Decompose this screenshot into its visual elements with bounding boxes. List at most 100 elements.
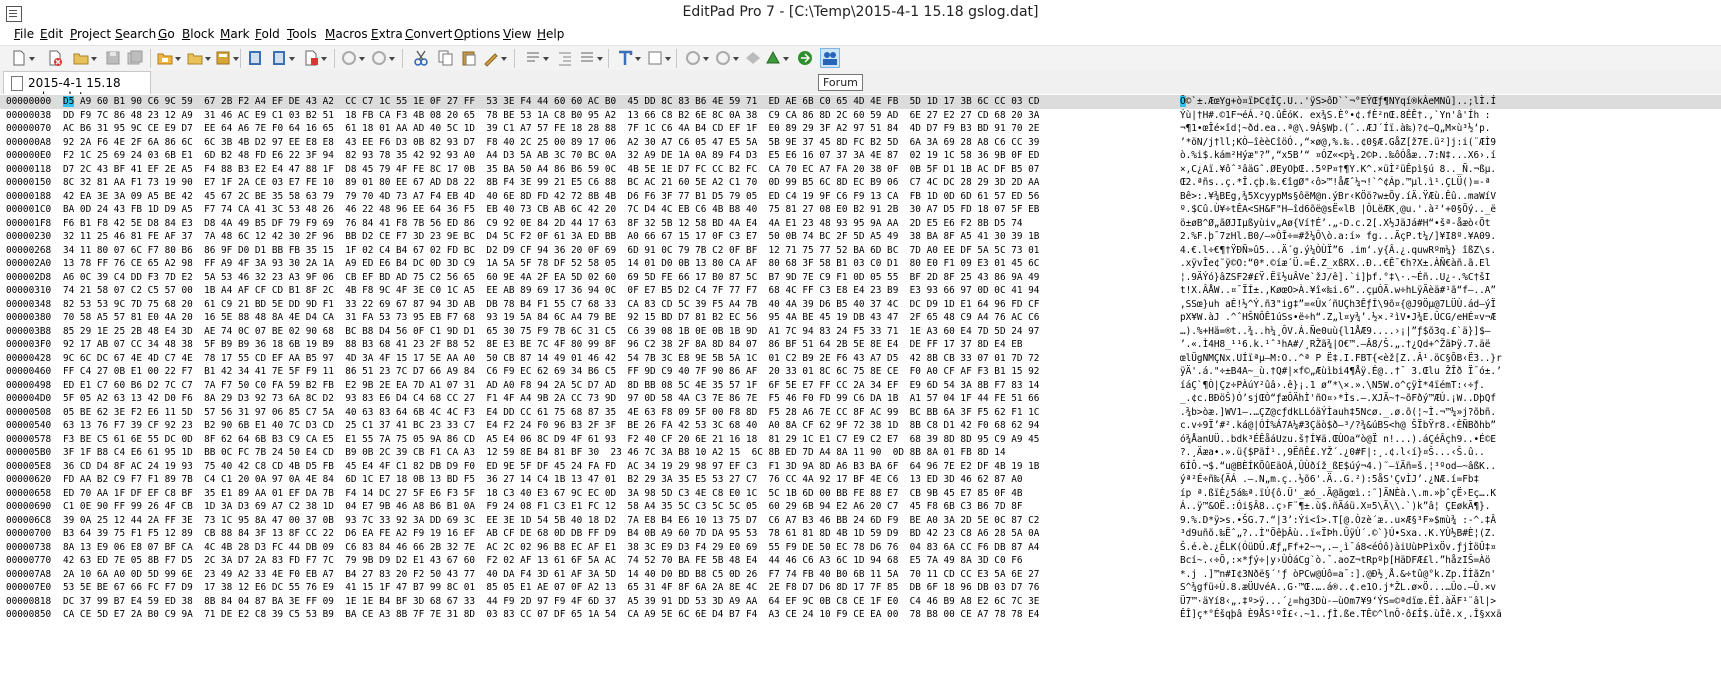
row-hex-bytes[interactable]: F6 B1 F8 42 5E D8 84 E3 D8 4A 49 B5 DF 7… bbox=[63, 217, 1023, 231]
row-text[interactable]: S^¾gfü÷Ù.8.æÜUvéA..G·™Œ.….á®..¢.e1O.j*ŽL… bbox=[1180, 581, 1496, 595]
row-text[interactable]: 9.%.D*ÿ>s.•ŠG.7.“|3’:Ýi<î>.T[@.Òzè´æ..u×… bbox=[1180, 514, 1496, 528]
hex-row[interactable]: 00000658 ED 70 AA 1F DF EF C8 BF 35 E1 89… bbox=[0, 487, 1721, 501]
row-hex-bytes[interactable]: 42 63 ED 7E 05 8B F7 D5 2C 3A D7 2A 83 F… bbox=[63, 554, 1023, 568]
hex-row[interactable]: 000006C8 39 0A 25 12 44 2A FF 3E 73 1C 95… bbox=[0, 514, 1721, 528]
hex-row[interactable]: 000007A8 2A 10 6A A0 0D 5D 99 6E 23 49 A2… bbox=[0, 568, 1721, 582]
menu-block[interactable]: Block bbox=[182, 27, 214, 41]
row-text[interactable]: _.¢c.BÐöŠ)Ó’sjŒÒ“ƒæÔÄhÌ'ñO¤›*Ìs.—.XJÃ~†~… bbox=[1180, 392, 1496, 406]
row-text[interactable]: Ü7™·äYí8‹„.‡º>ÿ...´¿=hg3Dù-—ùOm7¥9‘ÝS=©ª… bbox=[1180, 595, 1496, 609]
row-text[interactable]: ’.«.Ì4H8_¹¹6.k.¹ˆ³hA#/¸RŽã¾|O€™.–Â8/Š.„.… bbox=[1180, 338, 1490, 352]
menu-search[interactable]: Search bbox=[115, 27, 156, 41]
row-text[interactable]: íp ª.ßïÈ¿5á‰ª.ïÚ{ô.Ü'_æó_.Ã@ãgœì.:˜]ÃNÈà… bbox=[1180, 487, 1496, 501]
open-file-icon[interactable] bbox=[72, 49, 97, 67]
hex-row[interactable]: 00000540 63 13 76 F7 39 CF 92 23 B2 90 6B… bbox=[0, 419, 1721, 433]
print-preview-icon[interactable] bbox=[246, 49, 264, 67]
menu-file[interactable]: File bbox=[14, 27, 34, 41]
row-text[interactable]: º.$Cû.Ù¥÷tÊA<SH&F"H–îd6õë@sË«lB |ÔLëÆK¸@… bbox=[1180, 203, 1496, 217]
menu-project[interactable]: Project bbox=[70, 27, 111, 41]
row-hex-bytes[interactable]: 92 17 AB 07 CC 34 48 38 5F B9 B9 36 18 6… bbox=[63, 338, 1023, 352]
block-icon[interactable] bbox=[524, 49, 549, 67]
save-icon[interactable] bbox=[104, 49, 122, 67]
row-text[interactable]: ÊÎ]ç*°Éšqþâ È9ÅS¹ºÎ£‹.~1..ƒÌ.ße.TÊ©^lnÔ·… bbox=[1180, 608, 1502, 622]
row-text[interactable]: *.j .]™n#I¢3Nðë§´'ƒ òPCw@Úô=a¯:].@Ð½¸Å.&… bbox=[1180, 568, 1496, 582]
hex-row[interactable]: 00000268 34 11 80 07 6C F7 80 B6 86 9F D0… bbox=[0, 244, 1721, 258]
hex-row[interactable]: 00000578 F3 BE C5 61 6E 55 DC 0D 8F 62 64… bbox=[0, 433, 1721, 447]
hex-row[interactable]: 000001C0 BA 0D 24 43 FB 1D D9 A5 F7 74 CA… bbox=[0, 203, 1721, 217]
hex-row[interactable]: 00000380 70 58 A5 57 81 E0 4A 20 16 5E 88… bbox=[0, 311, 1721, 325]
clip-collection-icon[interactable] bbox=[764, 49, 789, 67]
row-text[interactable]: ¦.9ÄÝó}âZSF2#£Ÿ.Ëï½­uÂVe`žJ/ê].`i]þf.°‡\… bbox=[1180, 271, 1490, 285]
hex-row[interactable]: 00000738 8A 13 E9 06 E8 07 BF CA 4C 4B 28… bbox=[0, 541, 1721, 555]
hex-row[interactable]: 00000150 8C 32 81 AA F1 73 19 90 E7 1F 2A… bbox=[0, 176, 1721, 190]
row-hex-bytes[interactable]: A6 0C 39 C4 DD F3 7D E2 5A 53 46 32 23 A… bbox=[63, 271, 1039, 285]
row-text[interactable]: 6ÍÔ.¬$.“u@BÈÍKÕûEäOÁ‚ÛÙðíž_ßE$úý¬4.)˜—ïÃ… bbox=[1180, 460, 1496, 474]
hex-row[interactable]: 000002D8 A6 0C 39 C4 DD F3 7D E2 5A 53 46… bbox=[0, 271, 1721, 285]
row-hex-bytes[interactable]: 9C 6C DC 67 4E 4D C7 4E 78 17 55 CD EF A… bbox=[63, 352, 1039, 366]
row-hex-bytes[interactable]: 42 EA 3E 3A 09 A5 BE 42 45 67 2C BE 35 5… bbox=[63, 190, 1039, 204]
hex-row[interactable]: 000003F0 92 17 AB 07 CC 34 48 38 5F B9 B9… bbox=[0, 338, 1721, 352]
hex-row[interactable]: 00000460 FF C4 27 0B E1 00 22 F7 B1 42 34… bbox=[0, 365, 1721, 379]
menu-view[interactable]: View bbox=[503, 27, 531, 41]
row-text[interactable]: 4.€.l÷€¶†ŸÐÑ»û5...Ä´g.ý¼ÒÙÏ”6 .im‘.y{Â.¿… bbox=[1180, 244, 1496, 258]
hex-row[interactable]: 00000038 DD F9 7C 86 48 23 12 A9 31 46 AC… bbox=[0, 109, 1721, 123]
row-text[interactable]: Š.é.è.¿ÊLK(ÓüDÛ.Æƒ„Ff+2~¬,.–¸ì¯á8<éÓô)ài… bbox=[1180, 541, 1496, 555]
row-text[interactable]: Õ©`±.ÆœYg+ò¤ïÞC¢ÌÇ.U..'ÿS>ôD``¬°EÝŒƒ¶NYq… bbox=[1180, 95, 1496, 109]
row-hex-bytes[interactable]: F3 BE C5 61 6E 55 DC 0D 8F 62 64 6B B3 C… bbox=[63, 433, 1039, 447]
hex-row[interactable]: 00000620 FD AA B2 C9 F7 F1 89 7B C4 C1 20… bbox=[0, 473, 1721, 487]
indent-icon[interactable] bbox=[556, 49, 574, 67]
menu-edit[interactable]: Edit bbox=[40, 27, 63, 41]
row-text[interactable]: t!X.ÂÅW..¤¯ÏÍ±.,KøœO>À.¥î«‰i.6”..çµÒÄ.w÷… bbox=[1180, 284, 1496, 298]
row-text[interactable]: Á..ÿ™&OË.:Ói§Â8..ç›F¨¶±.ù$.ñÃáü.X¤5\Ã\\.… bbox=[1180, 500, 1490, 514]
row-hex-bytes[interactable]: 2A 10 6A A0 0D 5D 99 6E 23 49 A2 33 4E F… bbox=[63, 568, 1039, 582]
row-text[interactable]: ?.¸Äæa•.».ü{$PäÍ¹.,9ËñÊ£.YŽ´.¿0#F|:¸.¢.l… bbox=[1180, 446, 1485, 460]
save-all-icon[interactable] bbox=[126, 49, 144, 67]
row-hex-bytes[interactable]: FD AA B2 C9 F7 F1 89 7B C4 C1 20 0A 97 0… bbox=[63, 473, 1023, 487]
row-text[interactable]: .¾b>òæ.]WV1—.…ÇZ@cƒdkLLóäÝÌauh‡5Ncø._.ø.… bbox=[1180, 406, 1496, 420]
row-text[interactable]: ö±øB^Ø„ãØJIµßyùiv„Aø{Ví†É’.„-D.c.2[.X½Jä… bbox=[1180, 217, 1490, 231]
row-hex-bytes[interactable]: AC B6 31 95 9C CE E9 D7 EE 64 A6 7E F0 6… bbox=[63, 122, 1039, 136]
row-text[interactable]: .xÿvÎe¢˜ÿ©O:“0*.©íæ´Ü.=É.Z_xßRX..Ð..€Ê¯€… bbox=[1180, 257, 1490, 271]
hex-row[interactable]: 00000818 DC 37 99 B7 E4 59 ED 38 8B 84 04… bbox=[0, 595, 1721, 609]
row-hex-bytes[interactable]: CA CE 5D E7 2A B0 C9 9A 71 DE E2 C8 39 C… bbox=[63, 608, 1039, 622]
open-folder-icon[interactable] bbox=[186, 49, 211, 67]
row-text[interactable]: Bê>:.¥¾BEg,¾5XcyypMs§ôëM@n.ýBr‹KÖö?w±Õy.… bbox=[1180, 190, 1496, 204]
font-icon[interactable] bbox=[616, 49, 641, 67]
row-hex-bytes[interactable]: FF C4 27 0B E1 00 22 F7 B1 42 34 41 7E 5… bbox=[63, 365, 1039, 379]
hex-row[interactable]: 00000428 9C 6C DC 67 4E 4D C7 4E 78 17 55… bbox=[0, 352, 1721, 366]
hex-row[interactable]: 00000310 74 21 58 07 C2 C5 57 00 1B A4 AF… bbox=[0, 284, 1721, 298]
hex-row[interactable]: 00000700 B3 64 39 75 F1 F5 12 89 CB 88 84… bbox=[0, 527, 1721, 541]
row-hex-bytes[interactable]: DC 37 99 B7 E4 59 ED 38 8B 84 04 87 BA 3… bbox=[63, 595, 1039, 609]
hex-row[interactable]: 000001F8 F6 B1 F8 42 5E D8 84 E3 D8 4A 49… bbox=[0, 217, 1721, 231]
row-hex-bytes[interactable]: 92 2A F6 4E 2F 6A 86 6C 6C 3B 4B D2 97 E… bbox=[63, 136, 1039, 150]
menu-fold[interactable]: Fold bbox=[255, 27, 280, 41]
hex-row[interactable]: 00000850 CA CE 5D E7 2A B0 C9 9A 71 DE E2… bbox=[0, 608, 1721, 622]
row-hex-bytes[interactable]: 05 BE 62 3E F2 E6 11 5D 57 56 31 97 06 8… bbox=[63, 406, 1039, 420]
row-text[interactable]: …).%+Hä=®t..¾..h¼¸ÔV.Á.Ñe0uù{l1ÅÆ9....›¡… bbox=[1180, 325, 1490, 339]
hex-row[interactable]: 000007E0 53 5E BE 67 66 FC F7 D9 17 38 12… bbox=[0, 581, 1721, 595]
clipboard-icon[interactable] bbox=[482, 49, 507, 67]
back-icon[interactable] bbox=[684, 49, 709, 67]
row-hex-bytes[interactable]: 3F 1F B8 C4 E6 61 95 1D BB 0C FC 7B 24 5… bbox=[63, 446, 1006, 460]
hex-row[interactable]: 00000070 AC B6 31 95 9C CE E9 D7 EE 64 A6… bbox=[0, 122, 1721, 136]
row-hex-bytes[interactable]: 70 58 A5 57 81 E0 4A 20 16 5E 88 48 8A 4… bbox=[63, 311, 1039, 325]
close-all-icon[interactable] bbox=[302, 49, 327, 67]
tab-document[interactable]: 2015-4-1 15.18 gslog.dat bbox=[3, 71, 151, 104]
hex-row[interactable]: 00000508 05 BE 62 3E F2 E6 11 5D 57 56 31… bbox=[0, 406, 1721, 420]
menu-tools[interactable]: Tools bbox=[287, 27, 317, 41]
row-hex-bytes[interactable]: ED E1 C7 60 B6 D2 7C C7 7A F7 50 C0 FA 5… bbox=[63, 379, 1039, 393]
menu-go[interactable]: Go bbox=[158, 27, 175, 41]
row-hex-bytes[interactable]: DD F9 7C 86 48 23 12 A9 31 46 AC E9 C1 0… bbox=[63, 109, 1039, 123]
web-icon[interactable] bbox=[796, 49, 814, 67]
hex-row[interactable]: 00000188 42 EA 3E 3A 09 A5 BE 42 45 67 2C… bbox=[0, 190, 1721, 204]
favorites-icon[interactable] bbox=[214, 49, 239, 67]
row-hex-bytes[interactable]: 63 13 76 F7 39 CF 92 23 B2 90 6B E1 40 7… bbox=[63, 419, 1039, 433]
row-hex-bytes[interactable]: 39 0A 25 12 44 2A FF 3E 73 1C 95 8A 47 0… bbox=[63, 514, 1039, 528]
row-text[interactable]: ×,C¿Aï.¥ôˆ³âäGˆ.ØEyOþŒ..5ºP¤†¶Y.K^.×üÌ²ü… bbox=[1180, 163, 1496, 177]
hex-row[interactable]: 000000A8 92 2A F6 4E 2F 6A 86 6C 6C 3B 4B… bbox=[0, 136, 1721, 150]
row-hex-bytes[interactable]: 8A 13 E9 06 E8 07 BF CA 4C 4B 28 D3 FC 4… bbox=[63, 541, 1039, 555]
view-icon[interactable] bbox=[646, 49, 671, 67]
forum-icon[interactable] bbox=[820, 48, 840, 68]
hex-editor[interactable]: 00000000 D5 A9 60 B1 90 C6 9C 59 67 2B F2… bbox=[0, 94, 1721, 695]
row-hex-bytes[interactable]: 8C 32 81 AA F1 73 19 90 E7 1F 2A CE 03 E… bbox=[63, 176, 1039, 190]
row-text[interactable]: ò.%i$.kám²Hýæ"?”‚“x5B’“ ¤ÓZ«<p¼.2©Þ..‰ôÓ… bbox=[1180, 149, 1496, 163]
